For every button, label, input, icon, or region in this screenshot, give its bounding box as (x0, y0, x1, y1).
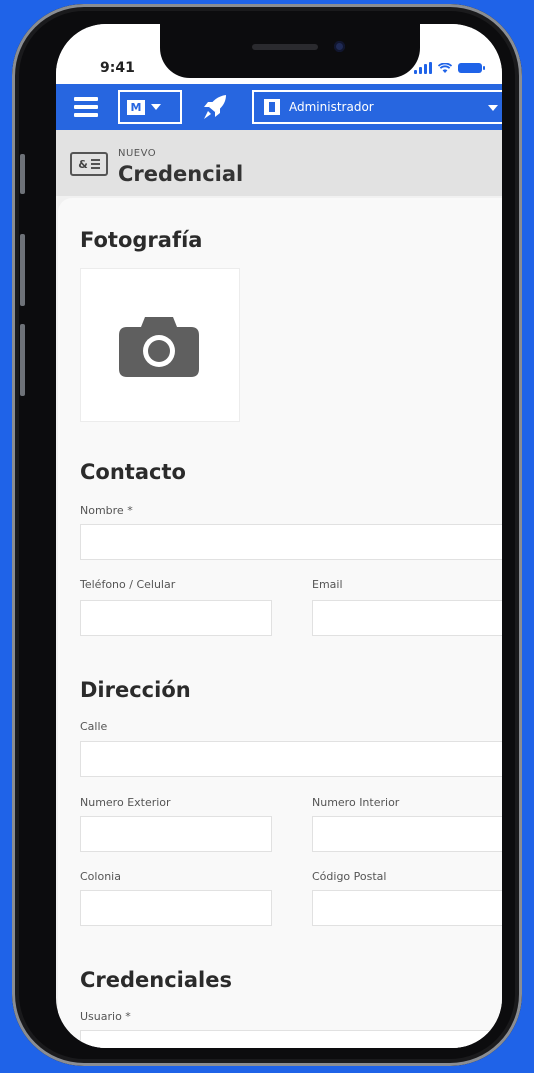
front-camera (334, 41, 345, 52)
email-label: Email (312, 578, 343, 591)
photo-upload[interactable] (80, 268, 240, 422)
rocket-icon[interactable] (200, 93, 230, 121)
store-badge: M (127, 99, 145, 115)
volume-up-button (20, 234, 25, 306)
colony-input[interactable] (80, 890, 272, 926)
page-kicker: NUEVO (118, 148, 157, 159)
address-section-title: Dirección (80, 678, 191, 702)
page-header: & NUEVO Credencial (56, 130, 502, 196)
speaker (252, 44, 318, 50)
page-title: Credencial (118, 162, 244, 186)
id-card-icon: & (70, 152, 108, 176)
int-number-input[interactable] (312, 816, 502, 852)
ext-number-input[interactable] (80, 816, 272, 852)
colony-label: Colonia (80, 870, 121, 883)
wifi-icon (438, 62, 452, 73)
photo-section-title: Fotografía (80, 228, 203, 252)
menu-icon[interactable] (74, 97, 98, 117)
caret-down-icon (488, 105, 498, 111)
ext-number-label: Numero Exterior (80, 796, 171, 809)
mute-switch (20, 154, 25, 194)
status-time: 9:41 (100, 60, 135, 76)
phone-frame: 9:41 M Administrador & NUEVO Credencial … (12, 4, 522, 1066)
credentials-section-title: Credenciales (80, 968, 232, 992)
int-number-label: Numero Interior (312, 796, 400, 809)
contact-section-title: Contacto (80, 460, 186, 484)
signal-icon (414, 62, 432, 74)
street-label: Calle (80, 720, 108, 733)
name-label: Nombre * (80, 504, 133, 517)
camera-icon (119, 317, 199, 377)
zip-label: Código Postal (312, 870, 387, 883)
name-input[interactable] (80, 524, 502, 560)
volume-down-button (20, 324, 25, 396)
phone-input[interactable] (80, 600, 272, 636)
phone-label: Teléfono / Celular (80, 578, 176, 591)
street-input[interactable] (80, 741, 502, 777)
notch (160, 24, 420, 78)
form-card: Fotografía Contacto Nombre * Teléfono / … (58, 198, 502, 1048)
status-bar: 9:41 (56, 24, 502, 84)
user-label: Usuario * (80, 1010, 131, 1023)
role-select[interactable]: Administrador (252, 90, 502, 124)
user-badge-icon (264, 99, 280, 115)
status-icons (414, 62, 485, 74)
app-navbar: M Administrador (56, 84, 502, 130)
caret-down-icon (151, 104, 161, 110)
screen: 9:41 M Administrador & NUEVO Credencial … (56, 24, 502, 1048)
zip-input[interactable] (312, 890, 502, 926)
battery-icon (458, 63, 485, 73)
role-select-value: Administrador (289, 100, 374, 114)
user-input[interactable] (80, 1030, 502, 1048)
id-card-glyph: & (78, 157, 88, 171)
email-input[interactable] (312, 600, 502, 636)
store-switcher-button[interactable]: M (118, 90, 182, 124)
